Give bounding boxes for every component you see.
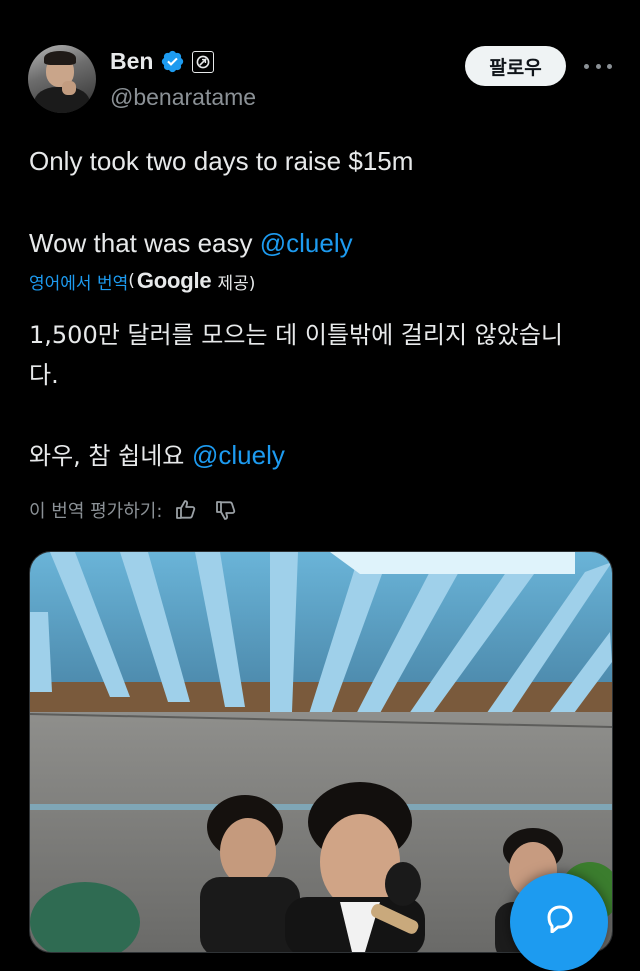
author-name-row: Ben — [110, 48, 215, 75]
translation-attribution: 영어에서 번역 ( Google 제공) — [29, 268, 255, 294]
translated-text-line-3-prefix: 와우, 참 쉽네요 — [29, 442, 192, 470]
translated-from-link[interactable]: 영어에서 번역 — [29, 269, 128, 294]
tweet-text-line-1: Only took two days to raise $15m — [29, 146, 414, 176]
more-icon[interactable] — [584, 56, 612, 76]
verified-badge-icon[interactable] — [160, 49, 185, 74]
tweet-text-line-2-prefix: Wow that was easy — [29, 228, 260, 258]
affiliate-badge-icon[interactable] — [192, 50, 215, 73]
thumbs-down-icon[interactable] — [214, 498, 238, 522]
translated-mention-link[interactable]: @cluely — [192, 440, 285, 470]
open-paren: ( — [128, 271, 135, 291]
reply-icon — [547, 905, 573, 933]
translated-text-line-2: 다. — [29, 361, 59, 389]
display-name[interactable]: Ben — [110, 48, 153, 75]
handle[interactable]: @benaratame — [110, 84, 256, 111]
rate-translation-row: 이 번역 평가하기: — [29, 497, 238, 523]
rate-translation-label: 이 번역 평가하기: — [29, 501, 163, 522]
reply-fab-button[interactable] — [510, 873, 608, 971]
tweet-text-line-2: Wow that was easy @cluely — [29, 228, 353, 259]
mention-link[interactable]: @cluely — [260, 228, 353, 258]
follow-button[interactable]: 팔로우 — [465, 46, 566, 86]
translated-text-line-1: 1,500만 달러를 모으는 데 이틀밖에 걸리지 않았습니 — [29, 321, 563, 349]
avatar[interactable] — [28, 45, 96, 113]
translated-text-line-3: 와우, 참 쉽네요 @cluely — [29, 436, 285, 471]
provided-label: 제공) — [217, 273, 256, 294]
google-logo: Google — [136, 268, 212, 293]
thumbs-up-icon[interactable] — [174, 498, 198, 522]
